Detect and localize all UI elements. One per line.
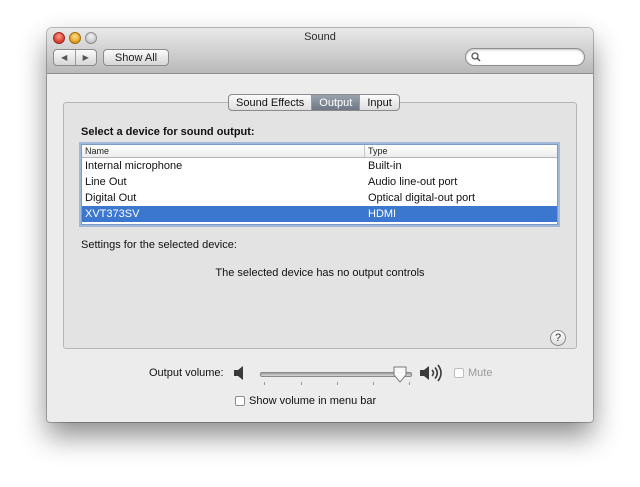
window-title: Sound <box>304 31 336 43</box>
table-header: Name Type <box>82 145 557 158</box>
back-forward-control: ◀ ▶ <box>53 49 97 66</box>
output-section-label: Select a device for sound output: <box>81 126 255 138</box>
search-field[interactable] <box>465 48 585 66</box>
table-row[interactable]: Line Out Audio line-out port <box>82 174 557 190</box>
tab-content-pane <box>63 102 577 349</box>
tab-output[interactable]: Output <box>312 95 361 110</box>
device-name: Internal microphone <box>85 160 183 172</box>
show-volume-label: Show volume in menu bar <box>249 395 377 407</box>
table-row-selected[interactable]: XVT373SV HDMI <box>82 206 557 222</box>
back-button[interactable]: ◀ <box>54 50 76 65</box>
slider-tick <box>337 382 338 385</box>
slider-tick <box>409 382 410 385</box>
slider-tick <box>301 382 302 385</box>
title-bar: Sound ◀ ▶ Show All <box>47 28 593 74</box>
speaker-high-icon <box>419 363 445 386</box>
tab-sound-effects[interactable]: Sound Effects <box>229 95 313 110</box>
speaker-low-icon <box>233 365 247 384</box>
show-volume-in-menu-bar-checkbox[interactable]: Show volume in menu bar <box>235 395 376 407</box>
checkbox-box <box>454 368 464 378</box>
no-controls-message: The selected device has no output contro… <box>215 267 425 279</box>
column-header-type[interactable]: Type <box>364 145 557 157</box>
checkbox-box <box>235 396 245 406</box>
slider-tick <box>264 382 265 385</box>
mute-label: Mute <box>468 367 493 379</box>
device-name: XVT373SV <box>85 208 140 220</box>
tab-input[interactable]: Input <box>360 95 398 110</box>
volume-slider-thumb[interactable] <box>393 366 407 386</box>
search-icon <box>471 52 481 65</box>
device-type: HDMI <box>368 208 397 220</box>
volume-slider-track[interactable] <box>260 372 412 377</box>
output-volume-label: Output volume: <box>149 367 224 379</box>
column-header-name[interactable]: Name <box>82 145 364 157</box>
device-name: Line Out <box>85 176 127 188</box>
device-type: Audio line-out port <box>368 176 458 188</box>
output-device-table[interactable]: Name Type Internal microphone Built-in L… <box>81 144 558 225</box>
slider-tick <box>373 382 374 385</box>
device-type: Optical digital-out port <box>368 192 475 204</box>
settings-label: Settings for the selected device: <box>81 239 237 251</box>
tab-bar: Sound Effects Output Input <box>228 94 400 111</box>
help-button[interactable]: ? <box>550 330 566 346</box>
table-row[interactable]: Digital Out Optical digital-out port <box>82 190 557 206</box>
forward-button[interactable]: ▶ <box>76 50 97 65</box>
device-name: Digital Out <box>85 192 137 204</box>
table-row[interactable]: Internal microphone Built-in <box>82 158 557 174</box>
show-all-button[interactable]: Show All <box>103 49 169 66</box>
sound-preferences-window: Sound ◀ ▶ Show All Sound Effects Output … <box>47 28 593 422</box>
device-type: Built-in <box>368 160 402 172</box>
mute-checkbox[interactable]: Mute <box>454 367 492 379</box>
